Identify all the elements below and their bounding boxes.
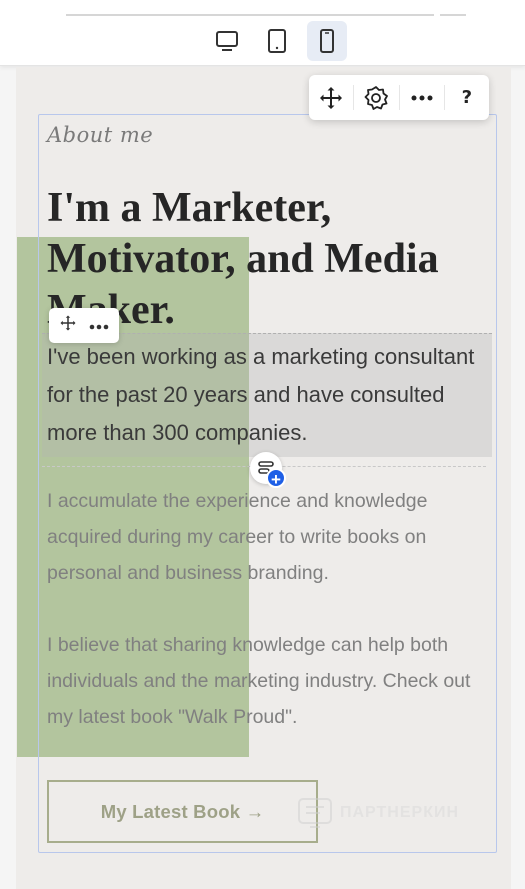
watermark: ПАРТНЕРКИН: [298, 798, 459, 828]
more-icon: [89, 324, 109, 329]
add-block-handle[interactable]: +: [250, 452, 286, 489]
section-label: About me: [47, 123, 154, 147]
watermark-logo-icon: [298, 798, 332, 828]
lead-paragraph[interactable]: I've been working as a marketing consult…: [47, 338, 487, 452]
move-icon: [320, 86, 343, 109]
block-more-button[interactable]: [89, 317, 109, 335]
toolbar-divider: [440, 14, 466, 16]
block-mini-toolbar: [49, 308, 119, 343]
body-paragraph[interactable]: I accumulate the experience and knowledg…: [47, 483, 487, 591]
move-block-button[interactable]: [59, 314, 77, 337]
desktop-icon: [216, 31, 238, 51]
move-section-button[interactable]: [309, 75, 353, 120]
watermark-text: ПАРТНЕРКИН: [340, 804, 460, 821]
mobile-icon: [320, 29, 334, 53]
tablet-view-button[interactable]: [257, 21, 297, 61]
section-toolbar: ?: [309, 75, 489, 120]
more-icon: [411, 95, 433, 100]
settings-icon: [364, 85, 389, 110]
body-paragraph[interactable]: I believe that sharing knowledge can hel…: [47, 627, 487, 735]
add-icon[interactable]: +: [266, 468, 286, 489]
mobile-view-button[interactable]: [307, 21, 347, 61]
latest-book-button[interactable]: My Latest Book →: [47, 780, 318, 843]
desktop-view-button[interactable]: [207, 21, 247, 61]
section-settings-button[interactable]: [354, 75, 398, 120]
move-icon: [60, 315, 76, 331]
device-toolbar: [0, 0, 525, 66]
tablet-icon: [268, 29, 286, 53]
help-button[interactable]: ?: [445, 75, 489, 120]
section-more-button[interactable]: [400, 75, 444, 120]
toolbar-divider: [66, 14, 434, 16]
help-icon: ?: [461, 87, 473, 108]
